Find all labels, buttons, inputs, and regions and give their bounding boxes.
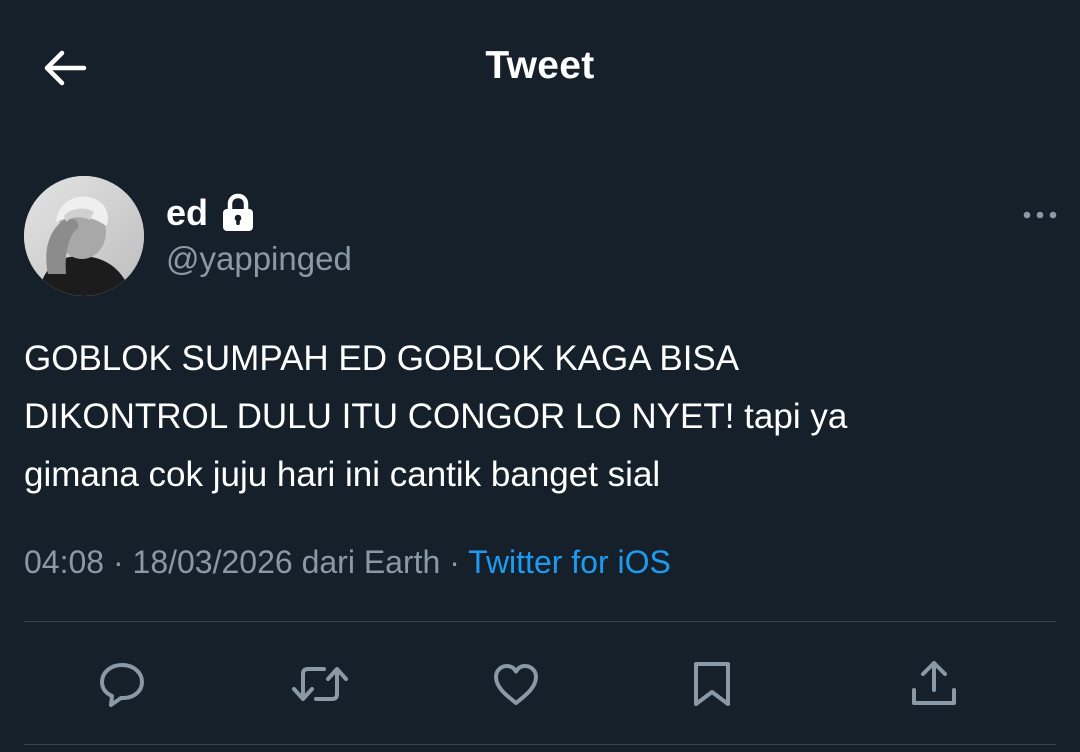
bookmark-icon bbox=[694, 662, 730, 706]
meta-separator: · bbox=[440, 544, 469, 580]
meta-separator: · bbox=[104, 544, 133, 580]
share-button[interactable] bbox=[904, 654, 964, 714]
divider bbox=[24, 621, 1056, 622]
lock-icon bbox=[220, 193, 256, 233]
retweet-button[interactable] bbox=[290, 654, 350, 714]
author-name-row[interactable]: ed bbox=[166, 192, 256, 234]
action-bar bbox=[0, 648, 1080, 720]
reply-button[interactable] bbox=[92, 654, 152, 714]
bookmark-button[interactable] bbox=[682, 654, 742, 714]
tweet-text: GOBLOK SUMPAH ED GOBLOK KAGA BISA DIKONT… bbox=[24, 339, 848, 494]
display-name: ed bbox=[166, 192, 209, 233]
reply-icon bbox=[100, 663, 144, 707]
top-bar: Tweet bbox=[0, 0, 1080, 134]
page-title: Tweet bbox=[485, 44, 595, 87]
more-horizontal-icon bbox=[1023, 211, 1057, 219]
avatar-photo bbox=[24, 176, 144, 296]
tweet-time: 04:08 bbox=[24, 544, 105, 580]
avatar[interactable] bbox=[24, 176, 144, 296]
like-button[interactable] bbox=[486, 654, 546, 714]
divider bbox=[24, 744, 1056, 745]
heart-icon bbox=[494, 664, 538, 705]
more-options-button[interactable] bbox=[1018, 200, 1062, 230]
retweet-icon bbox=[292, 667, 348, 701]
author-handle[interactable]: @yappinged bbox=[166, 240, 352, 278]
share-icon bbox=[912, 661, 956, 705]
tweet-date-location: 18/03/2026 dari Earth bbox=[132, 544, 441, 580]
tweet-source-link[interactable]: Twitter for iOS bbox=[468, 544, 671, 580]
tweet-metadata: 04:08 · 18/03/2026 dari Earth · Twitter … bbox=[24, 544, 671, 581]
